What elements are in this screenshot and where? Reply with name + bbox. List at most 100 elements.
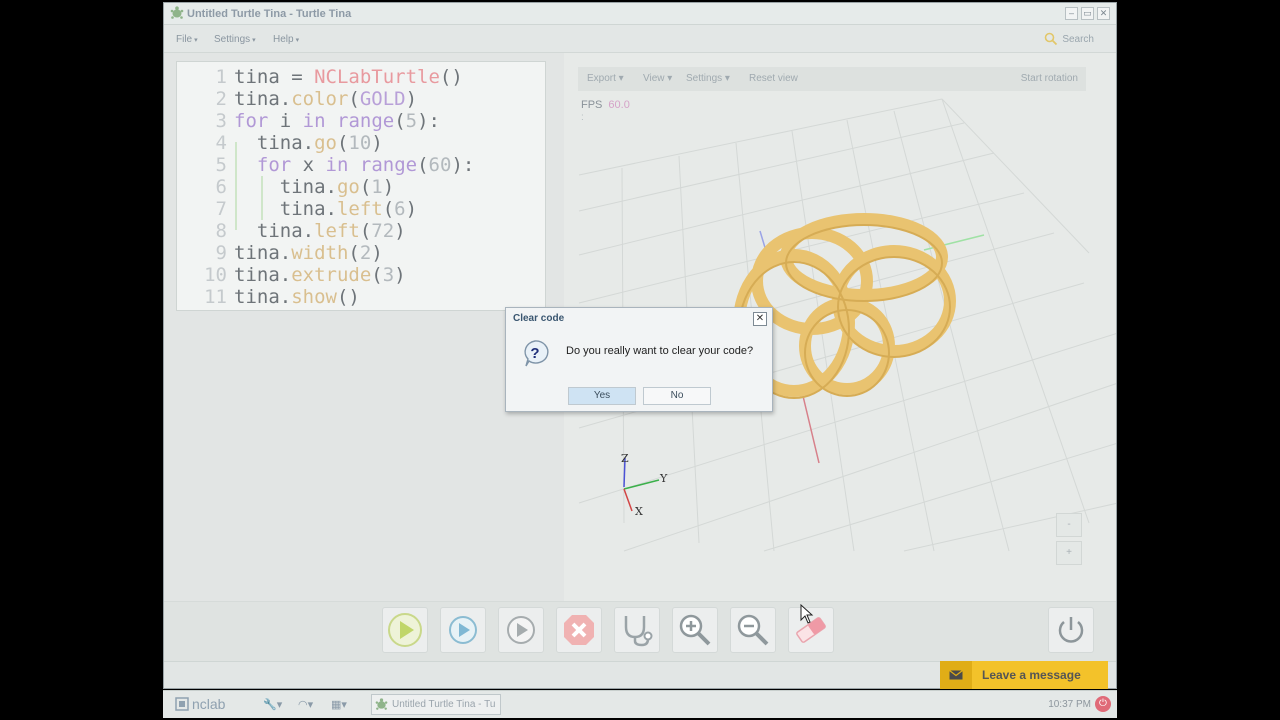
code-text: tina.show() <box>234 286 360 308</box>
shutdown-icon[interactable]: ⏻ <box>1095 696 1111 712</box>
menu-settings[interactable]: Settings ▾ <box>214 34 256 45</box>
code-text: tina.color(GOLD) <box>234 88 418 110</box>
line-number: 11 <box>204 286 227 308</box>
mouse-cursor-icon <box>800 604 814 624</box>
power-button[interactable] <box>1048 607 1094 653</box>
code-editor[interactable]: 1 tina = NCLabTurtle() 2 tina.color(GOLD) … <box>176 61 546 311</box>
debug-button[interactable] <box>614 607 660 653</box>
code-line: 3 for i in range(5): <box>177 110 545 132</box>
zoom-out-button[interactable] <box>730 607 776 653</box>
network-menu-icon[interactable]: ◠▾ <box>298 698 313 711</box>
question-icon: ? <box>524 340 549 367</box>
line-number: 6 <box>215 176 227 198</box>
code-text: for i in range(5): <box>234 110 440 132</box>
taskbar-task-turtle-tina[interactable]: Untitled Turtle Tina - Tu <box>371 694 501 715</box>
line-number: 10 <box>204 264 227 286</box>
nclab-logo-icon <box>175 697 189 711</box>
maximize-button[interactable]: ▭ <box>1081 7 1094 20</box>
dialog-close-button[interactable]: ✕ <box>753 312 767 326</box>
zoom-in-button[interactable] <box>672 607 718 653</box>
code-line: 10 tina.extrude(3) <box>177 264 545 286</box>
leave-message-label: Leave a message <box>982 668 1081 682</box>
menu-file-label: File <box>176 34 193 45</box>
code-line: 1 tina = NCLabTurtle() <box>177 66 545 88</box>
code-text: tina.left(72) <box>234 220 406 242</box>
code-line: 6 tina.go(1) <box>177 176 545 198</box>
tools-menu-icon[interactable]: 🔧▾ <box>263 698 282 711</box>
axis-label-z: Z <box>621 452 629 465</box>
turtle-icon <box>375 698 388 710</box>
code-text: tina.go(10) <box>234 132 383 154</box>
x-axis-line <box>802 395 820 464</box>
taskbar: nclab 🔧▾ ◠▾ ▦▾ Untitled Turtle Tina - Tu… <box>163 690 1117 718</box>
menu-file[interactable]: File ▾ <box>176 34 198 45</box>
line-number: 3 <box>215 110 227 132</box>
line-number: 9 <box>215 242 227 264</box>
stop-button[interactable] <box>556 607 602 653</box>
code-text: for x in range(60): <box>256 154 475 176</box>
dialog-yes-button[interactable]: Yes <box>568 387 636 405</box>
menu-help[interactable]: Help ▾ <box>273 34 299 45</box>
zoom-out-icon <box>737 614 769 646</box>
axis-label-y: Y <box>659 472 668 485</box>
minimize-button[interactable]: – <box>1065 7 1078 20</box>
caret-down-icon: ▾ <box>295 37 300 44</box>
clock: 10:37 PM <box>1048 699 1091 710</box>
line-number: 1 <box>215 66 227 88</box>
caret-down-icon: ▾ <box>194 37 198 44</box>
line-number: 7 <box>215 198 227 220</box>
menu-help-label: Help <box>273 34 294 45</box>
zoom-minus-button[interactable]: - <box>1056 513 1082 537</box>
line-number: 2 <box>215 88 227 110</box>
window-title: Untitled Turtle Tina - Turtle Tina <box>187 8 352 20</box>
run-button[interactable] <box>382 607 428 653</box>
title-bar[interactable]: Untitled Turtle Tina - Turtle Tina – ▭ ✕ <box>164 3 1116 25</box>
code-line: 2 tina.color(GOLD) <box>177 88 545 110</box>
x-axis-indicator <box>623 488 633 512</box>
y-axis-indicator <box>623 479 660 490</box>
zoom-plus-button[interactable]: + <box>1056 541 1082 565</box>
dialog-message: Do you really want to clear your code? <box>566 345 754 357</box>
line-number: 5 <box>215 154 227 176</box>
search-label: Search <box>1062 33 1094 45</box>
code-text: tina = NCLabTurtle() <box>234 66 463 88</box>
nclab-logo-text: nclab <box>192 696 226 712</box>
leave-message-button[interactable]: Leave a message <box>940 661 1108 689</box>
play-circle-green-icon <box>388 613 422 647</box>
play-circle-blue-icon <box>449 616 477 644</box>
nclab-start-button[interactable]: nclab <box>175 696 225 712</box>
turtle-icon <box>170 6 184 19</box>
code-text: tina.left(6) <box>234 198 418 220</box>
envelope-icon <box>940 661 972 689</box>
code-line: 9 tina.width(2) <box>177 242 545 264</box>
code-line: 11 tina.show() <box>177 286 545 308</box>
code-text: tina.extrude(3) <box>234 264 406 286</box>
axis-label-x: X <box>635 505 643 518</box>
close-window-button[interactable]: ✕ <box>1097 7 1110 20</box>
clear-code-dialog: Clear code ✕ ? Do you really want to cle… <box>505 307 773 412</box>
menu-settings-label: Settings <box>214 34 251 45</box>
dialog-no-button[interactable]: No <box>643 387 711 405</box>
apps-menu-icon[interactable]: ▦▾ <box>331 698 347 711</box>
svg-text:?: ? <box>530 345 539 362</box>
code-text: tina.width(2) <box>234 242 383 264</box>
menu-bar: File ▾ Settings ▾ Help ▾ Search <box>164 25 1116 53</box>
line-number: 4 <box>215 132 227 154</box>
search-button[interactable]: Search <box>1044 32 1094 46</box>
dialog-title: Clear code <box>513 313 565 324</box>
play-circle-gray-icon <box>507 616 535 644</box>
line-number: 8 <box>215 220 227 242</box>
step-run-button[interactable] <box>440 607 486 653</box>
bottom-toolbar <box>164 601 1116 661</box>
caret-down-icon: ▾ <box>252 37 256 44</box>
zoom-in-icon <box>679 614 711 646</box>
task-label: Untitled Turtle Tina - Tu <box>392 699 496 710</box>
code-line: 4 tina.go(10) <box>177 132 545 154</box>
power-icon <box>1058 617 1084 643</box>
code-text: tina.go(1) <box>234 176 395 198</box>
stethoscope-icon <box>624 616 653 647</box>
play-button[interactable] <box>498 607 544 653</box>
code-line: 5 for x in range(60): <box>177 154 545 176</box>
code-line: 7 tina.left(6) <box>177 198 545 220</box>
code-line: 8 tina.left(72) <box>177 220 545 242</box>
